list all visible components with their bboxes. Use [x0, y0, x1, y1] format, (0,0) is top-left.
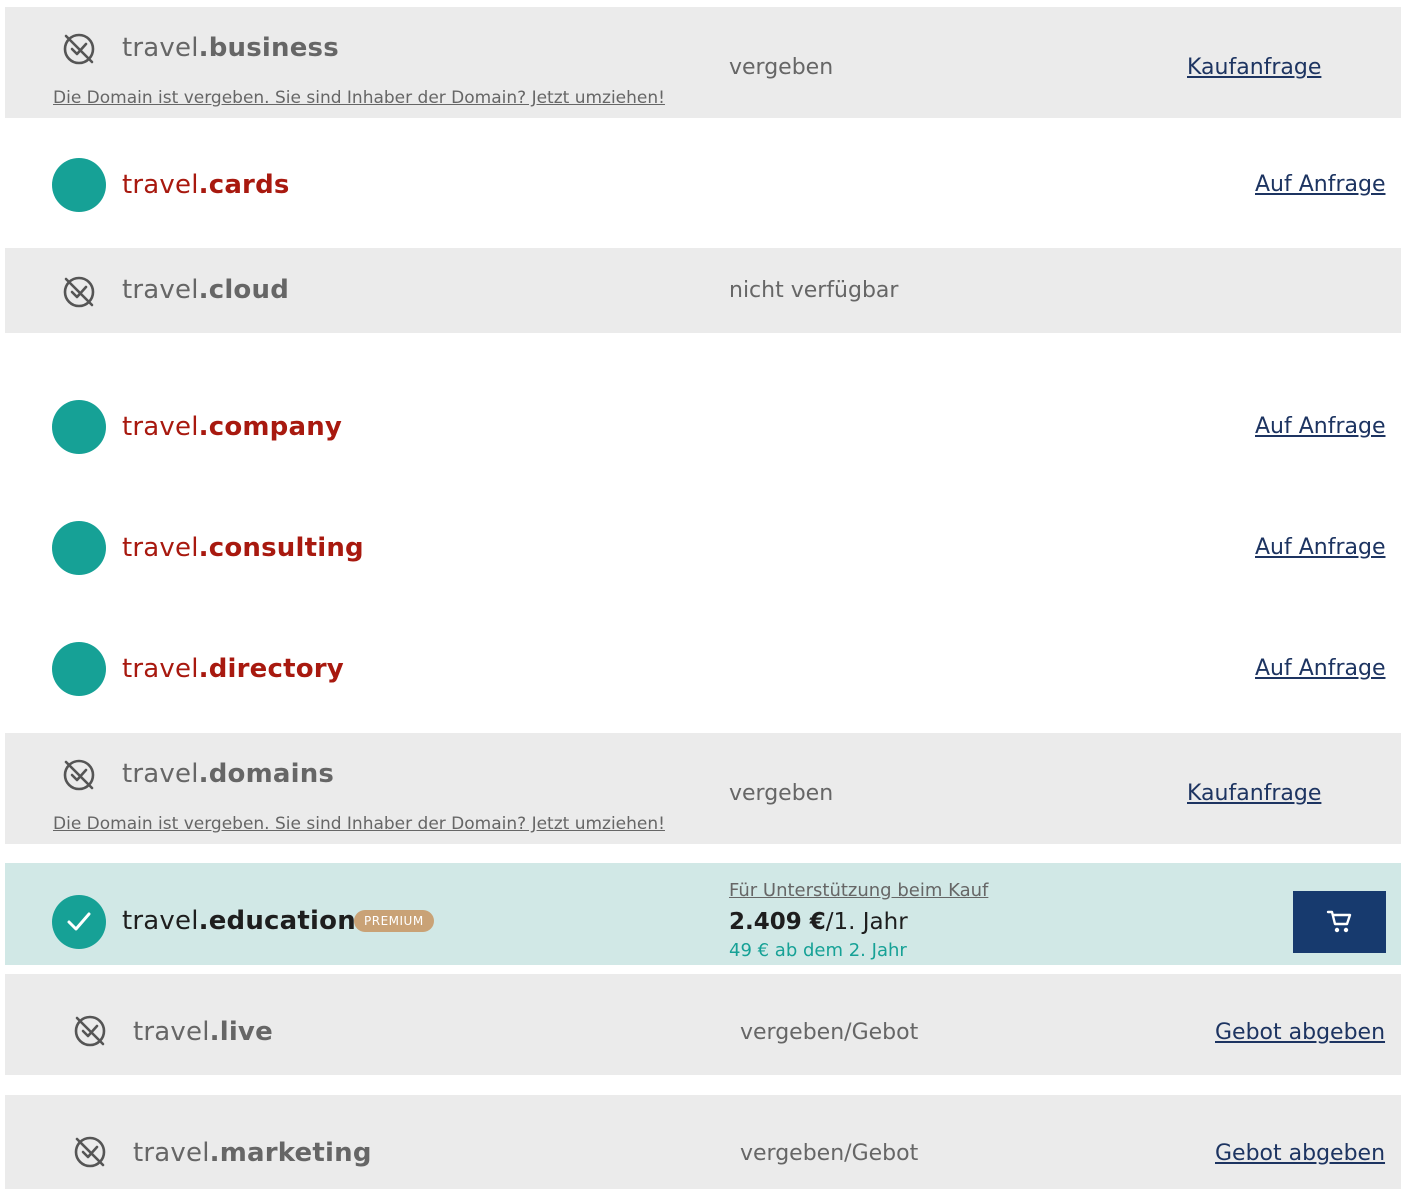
place-bid-link[interactable]: Gebot abgeben [1215, 1019, 1385, 1047]
cart-icon [1326, 910, 1352, 933]
transfer-domain-link[interactable]: Die Domain ist vergeben. Sie sind Inhabe… [53, 87, 665, 109]
domain-sld: travel [122, 759, 199, 789]
domain-name: travel.domains [122, 758, 334, 790]
domain-sld: travel [122, 906, 199, 936]
domain-name: travel.marketing [133, 1137, 372, 1169]
domain-row: travel.live vergeben/Gebot Gebot abgeben [5, 974, 1401, 1075]
domain-tld: .domains [198, 759, 335, 789]
domain-name: travel.live [133, 1016, 273, 1048]
price-amount: 2.409 € [729, 909, 826, 935]
price-period: /1. Jahr [825, 909, 908, 935]
domain-tld: .cloud [198, 275, 290, 305]
domain-name: travel.education [122, 905, 356, 937]
domain-sld: travel [122, 275, 199, 305]
purchase-support-link[interactable]: Für Unterstützung beim Kauf [729, 879, 988, 903]
unavailable-icon [63, 759, 95, 791]
domain-name: travel.business [122, 32, 339, 64]
domain-tld: .consulting [198, 533, 364, 563]
domain-row: travel.cards Auf Anfrage [5, 128, 1401, 238]
available-check-icon [52, 895, 106, 949]
place-bid-link[interactable]: Gebot abgeben [1215, 1140, 1385, 1168]
purchase-request-link[interactable]: Kaufanfrage [1187, 54, 1321, 82]
domain-name: travel.cards [122, 169, 290, 201]
domain-sld: travel [122, 33, 199, 63]
available-status-icon [52, 158, 106, 212]
domain-sld: travel [133, 1138, 210, 1168]
available-status-icon [52, 521, 106, 575]
domain-tld: .cards [198, 170, 290, 200]
domain-tld: .marketing [209, 1138, 372, 1168]
domain-name: travel.company [122, 411, 342, 443]
domain-row: travel.domains vergeben Kaufanfrage Die … [5, 733, 1401, 844]
domain-sld: travel [122, 412, 199, 442]
transfer-domain-link[interactable]: Die Domain ist vergeben. Sie sind Inhabe… [53, 813, 665, 835]
status-text: nicht verfügbar [729, 278, 899, 303]
unavailable-icon [63, 33, 95, 65]
renewal-price: 49 € ab dem 2. Jahr [729, 940, 907, 961]
price: 2.409 €/1. Jahr [729, 907, 908, 937]
domain-row: travel.directory Auf Anfrage [5, 612, 1401, 726]
domain-name: travel.cloud [122, 274, 289, 306]
domain-row-premium: travel.education PREMIUM Für Unterstützu… [5, 863, 1401, 965]
domain-row: travel.consulting Auf Anfrage [5, 491, 1401, 605]
domain-tld: .education [198, 906, 356, 936]
unavailable-icon [63, 276, 95, 308]
domain-sld: travel [133, 1017, 210, 1047]
domain-name: travel.consulting [122, 532, 364, 564]
status-text: vergeben [729, 55, 834, 80]
status-text: vergeben [729, 781, 834, 806]
available-status-icon [52, 400, 106, 454]
domain-tld: .company [198, 412, 343, 442]
domain-sld: travel [122, 533, 199, 563]
domain-sld: travel [122, 654, 199, 684]
on-request-link[interactable]: Auf Anfrage [1255, 534, 1386, 562]
unavailable-icon [74, 1136, 106, 1168]
on-request-link[interactable]: Auf Anfrage [1255, 655, 1386, 683]
status-text: vergeben/Gebot [740, 1020, 919, 1045]
on-request-link[interactable]: Auf Anfrage [1255, 413, 1386, 441]
domain-row: travel.company Auf Anfrage [5, 370, 1401, 484]
unavailable-icon [74, 1015, 106, 1047]
domain-sld: travel [122, 170, 199, 200]
domain-row: travel.business vergeben Kaufanfrage Die… [5, 7, 1401, 118]
domain-name: travel.directory [122, 653, 344, 685]
status-text: vergeben/Gebot [740, 1141, 919, 1166]
domain-tld: .business [198, 33, 339, 63]
domain-row: travel.marketing vergeben/Gebot Gebot ab… [5, 1095, 1401, 1189]
domain-tld: .live [209, 1017, 273, 1047]
purchase-request-link[interactable]: Kaufanfrage [1187, 780, 1321, 808]
add-to-cart-button[interactable] [1293, 891, 1386, 953]
domain-row: travel.cloud nicht verfügbar [5, 248, 1401, 333]
on-request-link[interactable]: Auf Anfrage [1255, 171, 1386, 199]
premium-badge: PREMIUM [354, 910, 434, 932]
available-status-icon [52, 642, 106, 696]
domain-tld: .directory [198, 654, 344, 684]
